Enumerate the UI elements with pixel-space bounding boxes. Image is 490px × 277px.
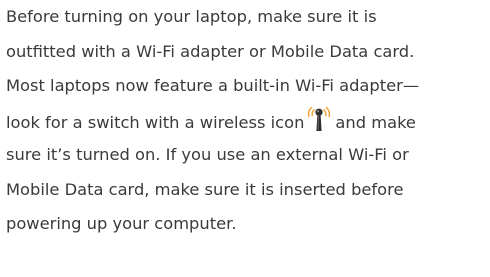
wireless-icon	[303, 104, 335, 134]
document-paragraph: Before turning on your laptop, make sure…	[6, 0, 490, 242]
paragraph-line-4-before-icon: look for a switch with a wireless icon	[6, 112, 305, 132]
paragraph-line-2: outfitted with a Wi-Fi adapter or Mobile…	[6, 41, 415, 61]
paragraph-line-1: Before turning on your laptop, make sure…	[6, 7, 377, 26]
paragraph-line-4: look for a switch with a wireless icon a…	[6, 104, 490, 139]
paragraph-line-3: Most laptops now feature a built-in Wi-F…	[6, 76, 420, 95]
paragraph-line-4-after-icon: and make	[335, 112, 416, 132]
paragraph-line-7: powering up your computer.	[6, 214, 237, 233]
paragraph-line-6: Mobile Data card, make sure it is insert…	[6, 179, 404, 199]
paragraph-line-5: sure it’s turned on. If you use an exter…	[6, 145, 409, 164]
